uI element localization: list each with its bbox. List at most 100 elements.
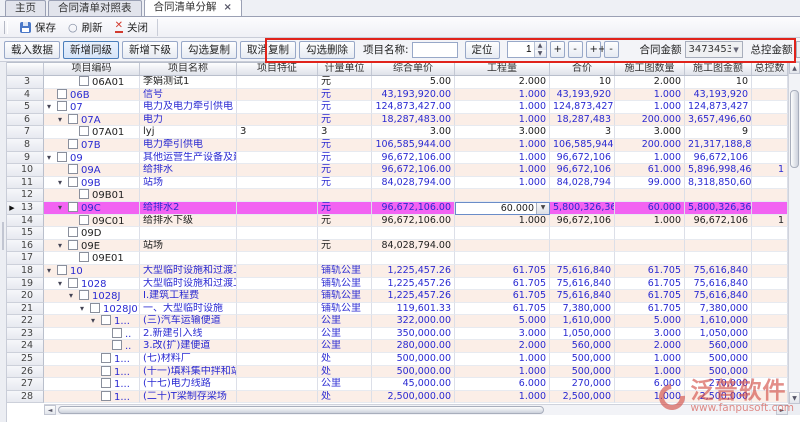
- cell-name[interactable]: (七)材料厂: [140, 353, 237, 366]
- table-row[interactable]: 9▾09其他运营生产设备及建筑物元96,672,106.001.00096,67…: [7, 152, 788, 165]
- cell-drawing-amount[interactable]: [685, 227, 752, 240]
- cell-quantity[interactable]: 5.000: [455, 315, 550, 328]
- cell-name[interactable]: 李娟测试1: [140, 76, 237, 89]
- cell-drawing-quantity[interactable]: 60.000: [615, 202, 685, 215]
- cell-name[interactable]: 2.新建引入线: [140, 328, 237, 341]
- cell-code[interactable]: 06B: [44, 89, 140, 102]
- cell-feature[interactable]: [237, 378, 318, 391]
- row-checkbox[interactable]: [79, 76, 89, 86]
- cell-drawing-amount[interactable]: 96,672,106: [685, 152, 752, 165]
- cell-drawing-quantity[interactable]: 61.705: [615, 278, 685, 291]
- cell-control-quantity[interactable]: [752, 290, 788, 303]
- cell-feature[interactable]: [237, 265, 318, 278]
- cell-quantity[interactable]: 1.000: [455, 89, 550, 102]
- quantity-editor-value[interactable]: 60.000: [456, 203, 536, 214]
- spinner-arrows[interactable]: ▲▼: [534, 42, 546, 57]
- cell-total-price[interactable]: 5,800,326,360: [550, 202, 615, 215]
- cell-drawing-amount[interactable]: 560,000: [685, 340, 752, 353]
- row-header[interactable]: 25: [7, 353, 44, 366]
- row-checkbox[interactable]: [57, 89, 67, 99]
- table-row[interactable]: 18▾10大型临时设施和过渡工程铺轨公里1,225,457.2661.70575…: [7, 265, 788, 278]
- cell-drawing-amount[interactable]: 75,616,840: [685, 278, 752, 291]
- minus-minus-button[interactable]: --: [604, 41, 619, 58]
- cell-code[interactable]: 07A01: [44, 126, 140, 139]
- col-header-price[interactable]: 综合单价: [372, 63, 455, 75]
- cell-total-price[interactable]: 84,028,794: [550, 177, 615, 190]
- cell-code[interactable]: 06A01: [44, 76, 140, 89]
- cell-feature[interactable]: [237, 164, 318, 177]
- cell-drawing-quantity[interactable]: [615, 189, 685, 202]
- cell-quantity[interactable]: 2.000: [455, 340, 550, 353]
- cell-control-quantity[interactable]: [752, 303, 788, 316]
- cell-unit-price[interactable]: 96,672,106.00: [372, 164, 455, 177]
- cell-feature[interactable]: [237, 89, 318, 102]
- cell-quantity[interactable]: 1.000: [455, 366, 550, 379]
- row-header[interactable]: 22: [7, 315, 44, 328]
- cell-control-quantity[interactable]: [752, 252, 788, 265]
- row-checkbox[interactable]: [57, 265, 67, 275]
- cell-unit-price[interactable]: 45,000.00: [372, 378, 455, 391]
- cell-unit[interactable]: 公里: [318, 378, 372, 391]
- cell-control-quantity[interactable]: [752, 378, 788, 391]
- cell-drawing-amount[interactable]: 1,050,000: [685, 328, 752, 341]
- cell-control-quantity[interactable]: [752, 89, 788, 102]
- control-amount-dropdown[interactable]: 0 ▼: [796, 41, 800, 58]
- cell-code[interactable]: ..: [44, 340, 140, 353]
- row-header[interactable]: 3: [7, 76, 44, 89]
- cell-code[interactable]: 1...: [44, 366, 140, 379]
- horizontal-scrollbar-thumb[interactable]: [58, 406, 544, 414]
- row-checkbox[interactable]: [68, 202, 78, 212]
- cell-drawing-quantity[interactable]: [615, 227, 685, 240]
- row-header[interactable]: 7: [7, 126, 44, 139]
- quantity-editor[interactable]: 60.000▼: [455, 202, 550, 215]
- cell-drawing-amount[interactable]: [685, 252, 752, 265]
- cell-unit-price[interactable]: 322,000.00: [372, 315, 455, 328]
- cell-feature[interactable]: [237, 114, 318, 127]
- row-header[interactable]: 10: [7, 164, 44, 177]
- row-checkbox[interactable]: [112, 340, 122, 350]
- cell-code[interactable]: ▾10: [44, 265, 140, 278]
- cell-unit-price[interactable]: [372, 227, 455, 240]
- locate-button[interactable]: 定位: [465, 41, 500, 59]
- cell-drawing-quantity[interactable]: 99.000: [615, 177, 685, 190]
- row-header[interactable]: 12: [7, 189, 44, 202]
- row-checkbox[interactable]: [79, 290, 89, 300]
- cell-drawing-quantity[interactable]: 1.000: [615, 366, 685, 379]
- cell-code[interactable]: ▾1028J01: [44, 303, 140, 316]
- tree-expand-icon[interactable]: ▾: [58, 278, 68, 290]
- cell-code[interactable]: ▾09B: [44, 177, 140, 190]
- cell-feature[interactable]: [237, 227, 318, 240]
- tree-expand-icon[interactable]: ▾: [91, 315, 101, 327]
- tree-expand-icon[interactable]: ▾: [58, 114, 68, 126]
- cell-feature[interactable]: 3: [237, 126, 318, 139]
- cell-quantity[interactable]: 61.705: [455, 278, 550, 291]
- row-checkbox[interactable]: [79, 189, 89, 199]
- cell-control-quantity[interactable]: [752, 366, 788, 379]
- cell-control-quantity[interactable]: [752, 315, 788, 328]
- cell-unit[interactable]: 铺轨公里: [318, 303, 372, 316]
- cell-total-price[interactable]: 18,287,483: [550, 114, 615, 127]
- cell-quantity[interactable]: 1.000: [455, 353, 550, 366]
- row-header[interactable]: 16: [7, 240, 44, 253]
- cell-unit-price[interactable]: 1,225,457.26: [372, 265, 455, 278]
- cell-unit[interactable]: [318, 227, 372, 240]
- cell-quantity[interactable]: 1.000: [455, 177, 550, 190]
- cell-drawing-amount[interactable]: 21,317,188,800: [685, 139, 752, 152]
- cell-quantity[interactable]: 3.000: [455, 126, 550, 139]
- row-checkbox[interactable]: [101, 315, 111, 325]
- tab-close-icon[interactable]: ×: [224, 2, 232, 13]
- cell-name[interactable]: (十七)电力线路: [140, 378, 237, 391]
- add-sibling-button[interactable]: 新增同级: [63, 41, 119, 59]
- cell-name[interactable]: 电力: [140, 114, 237, 127]
- cell-total-price[interactable]: 96,672,106: [550, 164, 615, 177]
- cell-drawing-amount[interactable]: 3,657,496,600: [685, 114, 752, 127]
- cell-control-quantity[interactable]: 1: [752, 164, 788, 177]
- col-header-qty[interactable]: 工程量: [455, 63, 550, 75]
- table-row[interactable]: 261...(十一)填料集中拌和站处500,000.001.000500,000…: [7, 366, 788, 379]
- row-header[interactable]: 27: [7, 378, 44, 391]
- cell-name[interactable]: [140, 189, 237, 202]
- cell-quantity[interactable]: 61.705: [455, 265, 550, 278]
- cell-name[interactable]: (三)汽车运输便道: [140, 315, 237, 328]
- cell-drawing-quantity[interactable]: 61.705: [615, 265, 685, 278]
- cell-unit[interactable]: 公里: [318, 340, 372, 353]
